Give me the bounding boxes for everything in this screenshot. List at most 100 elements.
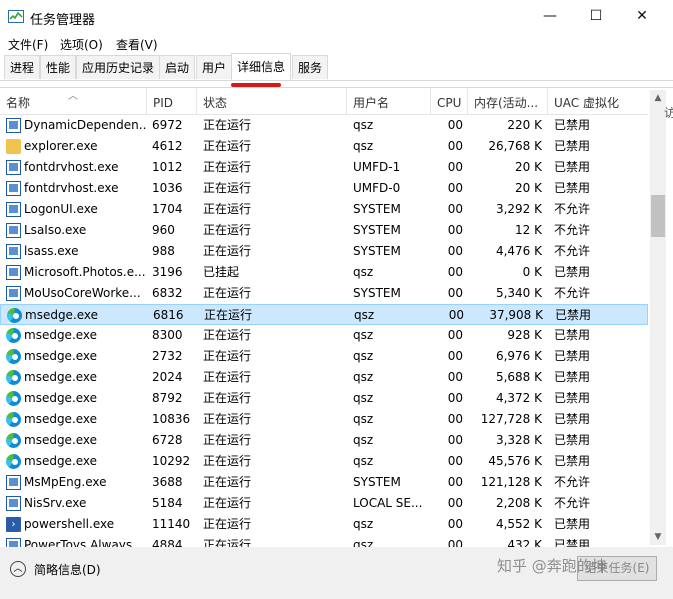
column-header-cpu[interactable]: CPU bbox=[431, 88, 468, 114]
column-header-uac[interactable]: UAC 虚拟化 bbox=[548, 88, 648, 114]
menu-bar: 文件(F) 选项(O) 查看(V) bbox=[0, 33, 673, 55]
chevron-up-icon[interactable]: ︿ bbox=[10, 561, 26, 577]
table-row[interactable]: LsaIso.exe 960 正在运行 SYSTEM 00 12 K 不允许 bbox=[0, 220, 648, 241]
tab-users[interactable]: 用户 bbox=[196, 55, 233, 79]
menu-options[interactable]: 选项(O) bbox=[60, 36, 103, 53]
window-app-icon bbox=[6, 181, 21, 196]
tab-strip: 进程 性能 应用历史记录 启动 用户 详细信息 服务 bbox=[0, 53, 673, 81]
menu-file[interactable]: 文件(F) bbox=[8, 36, 48, 53]
table-row[interactable]: msedge.exe 2732 正在运行 qsz 00 6,976 K 已禁用 bbox=[0, 346, 648, 367]
table-row[interactable]: LogonUI.exe 1704 正在运行 SYSTEM 00 3,292 K 不允许 bbox=[0, 199, 648, 220]
process-cpu: 00 bbox=[447, 433, 463, 447]
process-uac: 不允许 bbox=[554, 286, 591, 300]
process-pid: 1012 bbox=[152, 160, 183, 174]
scroll-down-icon[interactable]: ▼ bbox=[650, 529, 666, 545]
table-row[interactable]: DynamicDependen... 6972 正在运行 qsz 00 220 K 已禁用 bbox=[0, 115, 648, 136]
process-uac: 已禁用 bbox=[555, 308, 592, 322]
table-row[interactable]: lsass.exe 988 正在运行 SYSTEM 00 4,476 K 不允许 bbox=[0, 241, 648, 262]
table-row[interactable]: msedge.exe 10292 正在运行 qsz 00 45,576 K 已禁用 bbox=[0, 451, 648, 472]
table-row[interactable]: fontdrvhost.exe 1012 正在运行 UMFD-1 00 20 K 已禁用 bbox=[0, 157, 648, 178]
process-user: qsz bbox=[353, 370, 374, 384]
process-user: SYSTEM bbox=[353, 286, 401, 300]
process-uac: 已禁用 bbox=[554, 160, 591, 174]
table-row[interactable]: fontdrvhost.exe 1036 正在运行 UMFD-0 00 20 K 已禁用 bbox=[0, 178, 648, 199]
process-pid: 10292 bbox=[152, 454, 191, 468]
column-header-status[interactable]: 状态 bbox=[197, 88, 347, 114]
table-row[interactable]: msedge.exe 8792 正在运行 qsz 00 4,372 K 已禁用 bbox=[0, 388, 648, 409]
table-row[interactable]: explorer.exe 4612 正在运行 qsz 00 26,768 K 已禁用 bbox=[0, 136, 648, 157]
process-user: qsz bbox=[353, 118, 374, 132]
process-memory: 5,688 K bbox=[495, 370, 542, 384]
column-header-pid[interactable]: PID bbox=[147, 88, 197, 114]
table-row[interactable]: msedge.exe 8300 正在运行 qsz 00 928 K 已禁用 bbox=[0, 325, 648, 346]
table-row[interactable]: MsMpEng.exe 3688 正在运行 SYSTEM 00 121,128 K 不允许 bbox=[0, 472, 648, 493]
process-cpu: 00 bbox=[447, 202, 463, 216]
table-row[interactable]: msedge.exe 10836 正在运行 qsz 00 127,728 K 已禁用 bbox=[0, 409, 648, 430]
table-header: ︿ 名称 PID 状态 用户名 CPU 内存(活动... UAC 虚拟化 bbox=[0, 88, 648, 115]
minimize-button[interactable]: — bbox=[527, 0, 573, 33]
process-user: LOCAL SE... bbox=[353, 496, 423, 510]
process-user: SYSTEM bbox=[353, 475, 401, 489]
process-pid: 2732 bbox=[152, 349, 183, 363]
process-status: 已挂起 bbox=[203, 265, 240, 279]
process-name: Microsoft.Photos.e... bbox=[24, 265, 146, 279]
table-row[interactable]: › powershell.exe 11140 正在运行 qsz 00 4,552 K 已禁用 bbox=[0, 514, 648, 535]
table-row[interactable]: MoUsoCoreWorke... 6832 正在运行 SYSTEM 00 5,340 K… bbox=[0, 283, 648, 304]
tab-divider bbox=[0, 80, 673, 81]
process-name: msedge.exe bbox=[24, 412, 98, 426]
process-name: powershell.exe bbox=[24, 517, 115, 531]
process-pid: 988 bbox=[152, 244, 175, 258]
tab-details[interactable]: 详细信息 bbox=[231, 53, 292, 80]
process-status: 正在运行 bbox=[203, 475, 252, 489]
process-status: 正在运行 bbox=[203, 244, 252, 258]
side-peek-text: 访 bbox=[664, 106, 673, 120]
tab-processes[interactable]: 进程 bbox=[4, 55, 41, 79]
table-row[interactable]: NisSrv.exe 5184 正在运行 LOCAL SE... 00 2,208 K 不允… bbox=[0, 493, 648, 514]
process-pid: 960 bbox=[152, 223, 175, 237]
process-memory: 928 K bbox=[507, 328, 542, 342]
process-name: DynamicDependen... bbox=[24, 118, 146, 132]
process-cpu: 00 bbox=[447, 139, 463, 153]
maximize-button[interactable]: ☐ bbox=[573, 0, 619, 33]
table-row[interactable]: msedge.exe 6816 正在运行 qsz 00 37,908 K 已禁用 bbox=[0, 304, 648, 325]
edge-icon bbox=[6, 391, 21, 406]
process-uac: 已禁用 bbox=[554, 349, 591, 363]
column-header-name[interactable]: 名称 bbox=[0, 88, 147, 114]
window-app-icon bbox=[6, 223, 21, 238]
process-pid: 1036 bbox=[152, 181, 183, 195]
process-memory: 127,728 K bbox=[480, 412, 542, 426]
scrollbar-thumb[interactable] bbox=[651, 195, 665, 237]
process-pid: 5184 bbox=[152, 496, 183, 510]
vertical-scrollbar[interactable] bbox=[650, 90, 666, 545]
table-row[interactable]: msedge.exe 6728 正在运行 qsz 00 3,328 K 已禁用 bbox=[0, 430, 648, 451]
process-cpu: 00 bbox=[447, 286, 463, 300]
process-memory: 37,908 K bbox=[489, 308, 543, 322]
process-uac: 已禁用 bbox=[554, 118, 591, 132]
column-header-memory[interactable]: 内存(活动... bbox=[468, 88, 548, 114]
process-name: lsass.exe bbox=[24, 244, 79, 258]
tab-performance[interactable]: 性能 bbox=[40, 55, 77, 79]
tab-app-history[interactable]: 应用历史记录 bbox=[76, 55, 161, 79]
process-memory: 6,976 K bbox=[495, 349, 542, 363]
process-uac: 已禁用 bbox=[554, 181, 591, 195]
edge-icon bbox=[6, 454, 21, 469]
process-name: MsMpEng.exe bbox=[24, 475, 107, 489]
table-row[interactable]: msedge.exe 2024 正在运行 qsz 00 5,688 K 已禁用 bbox=[0, 367, 648, 388]
menu-view[interactable]: 查看(V) bbox=[116, 36, 158, 53]
process-uac: 已禁用 bbox=[554, 412, 591, 426]
tab-services[interactable]: 服务 bbox=[292, 55, 329, 79]
fewer-details-link[interactable]: 简略信息(D) bbox=[34, 561, 101, 578]
process-user: qsz bbox=[353, 349, 374, 363]
edge-icon bbox=[6, 328, 21, 343]
process-uac: 不允许 bbox=[554, 475, 591, 489]
column-header-username[interactable]: 用户名 bbox=[347, 88, 431, 114]
process-name: msedge.exe bbox=[24, 328, 98, 342]
process-status: 正在运行 bbox=[203, 328, 252, 342]
window-app-icon bbox=[6, 265, 21, 280]
close-button[interactable]: ✕ bbox=[619, 0, 665, 33]
process-uac: 不允许 bbox=[554, 202, 591, 216]
title-bar: 任务管理器 — ☐ ✕ bbox=[0, 0, 673, 33]
tab-startup[interactable]: 启动 bbox=[159, 55, 196, 79]
table-row[interactable]: Microsoft.Photos.e... 3196 已挂起 qsz 00 0 K 已禁用 bbox=[0, 262, 648, 283]
process-name: LogonUI.exe bbox=[24, 202, 98, 216]
